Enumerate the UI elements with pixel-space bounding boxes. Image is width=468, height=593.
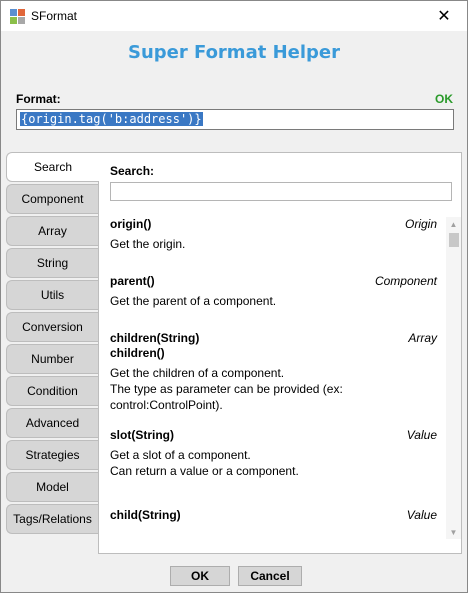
cancel-button[interactable]: Cancel bbox=[238, 566, 302, 586]
results-list: origin() Origin Get the origin. parent() Com… bbox=[99, 217, 449, 553]
result-signature: children(String) bbox=[110, 331, 200, 345]
search-input[interactable] bbox=[110, 182, 452, 201]
result-item[interactable]: origin() Origin Get the origin. bbox=[110, 217, 437, 252]
result-description: Get a slot of a component. Can return a v… bbox=[110, 447, 437, 479]
result-description-line: Get the children of a component. bbox=[110, 366, 285, 380]
tab-search[interactable]: Search bbox=[6, 152, 99, 182]
result-item[interactable]: children(String) children() Array Get the c… bbox=[110, 331, 437, 413]
ok-button[interactable]: OK bbox=[170, 566, 230, 586]
app-icon bbox=[10, 9, 25, 24]
result-type: Origin bbox=[404, 217, 437, 231]
tab-conversion[interactable]: Conversion bbox=[6, 312, 98, 342]
result-description-line: The type as parameter can be provided (e… bbox=[110, 382, 343, 396]
result-description: Get the parent of a component. bbox=[110, 293, 437, 309]
results-scrollbar[interactable]: ▲ ▼ bbox=[446, 217, 461, 539]
window-title: SFormat bbox=[31, 9, 78, 23]
result-item[interactable]: child(String) Value bbox=[110, 508, 437, 523]
result-signature: children() bbox=[110, 346, 165, 360]
tab-advanced[interactable]: Advanced bbox=[6, 408, 98, 438]
tab-utils[interactable]: Utils bbox=[6, 280, 98, 310]
scroll-up-icon[interactable]: ▲ bbox=[446, 217, 461, 231]
result-type: Array bbox=[408, 331, 437, 345]
tab-model[interactable]: Model bbox=[6, 472, 98, 502]
scroll-down-icon[interactable]: ▼ bbox=[446, 525, 461, 539]
result-description-line: Get the parent of a component. bbox=[110, 294, 277, 308]
result-signature: slot(String) bbox=[110, 428, 174, 442]
search-panel: Search: origin() Origin Get the origin. par… bbox=[98, 152, 462, 554]
result-description-line: control:ControlPoint). bbox=[110, 398, 223, 412]
result-description-line: Can return a value or a component. bbox=[110, 464, 299, 478]
title-bar: SFormat ✕ bbox=[1, 1, 467, 32]
result-type: Component bbox=[374, 274, 437, 288]
tab-array[interactable]: Array bbox=[6, 216, 98, 246]
result-type: Value bbox=[406, 508, 437, 522]
format-value: {origin.tag('b:address')} bbox=[20, 112, 203, 126]
tab-tags-relations[interactable]: Tags/Relations bbox=[6, 504, 98, 534]
result-description: Get the children of a component. The type… bbox=[110, 365, 437, 413]
tab-component[interactable]: Component bbox=[6, 184, 98, 214]
tab-string[interactable]: String bbox=[6, 248, 98, 278]
result-signature: origin() bbox=[110, 217, 152, 231]
helper-title: Super Format Helper bbox=[127, 42, 340, 63]
format-status: OK bbox=[435, 92, 453, 106]
result-item[interactable]: parent() Component Get the parent of a com… bbox=[110, 274, 437, 309]
close-icon[interactable]: ✕ bbox=[421, 1, 467, 31]
scroll-thumb[interactable] bbox=[449, 233, 459, 247]
tab-number[interactable]: Number bbox=[6, 344, 98, 374]
sformat-window: SFormat ✕ Super Format Helper Format: OK… bbox=[0, 0, 468, 593]
format-label: Format: bbox=[16, 92, 61, 106]
search-label: Search: bbox=[110, 164, 155, 178]
tab-condition[interactable]: Condition bbox=[6, 376, 98, 406]
result-description-line: Get the origin. bbox=[110, 237, 186, 251]
format-input[interactable]: {origin.tag('b:address')} bbox=[16, 109, 454, 130]
result-type: Value bbox=[406, 428, 437, 442]
result-description-line: Get a slot of a component. bbox=[110, 448, 251, 462]
result-description: Get the origin. bbox=[110, 236, 437, 252]
tab-strategies[interactable]: Strategies bbox=[6, 440, 98, 470]
result-signature: child(String) bbox=[110, 508, 181, 522]
result-item[interactable]: slot(String) Value Get a slot of a compone… bbox=[110, 428, 437, 479]
category-tabs: Search Component Array String Utils Conversio… bbox=[6, 152, 99, 536]
